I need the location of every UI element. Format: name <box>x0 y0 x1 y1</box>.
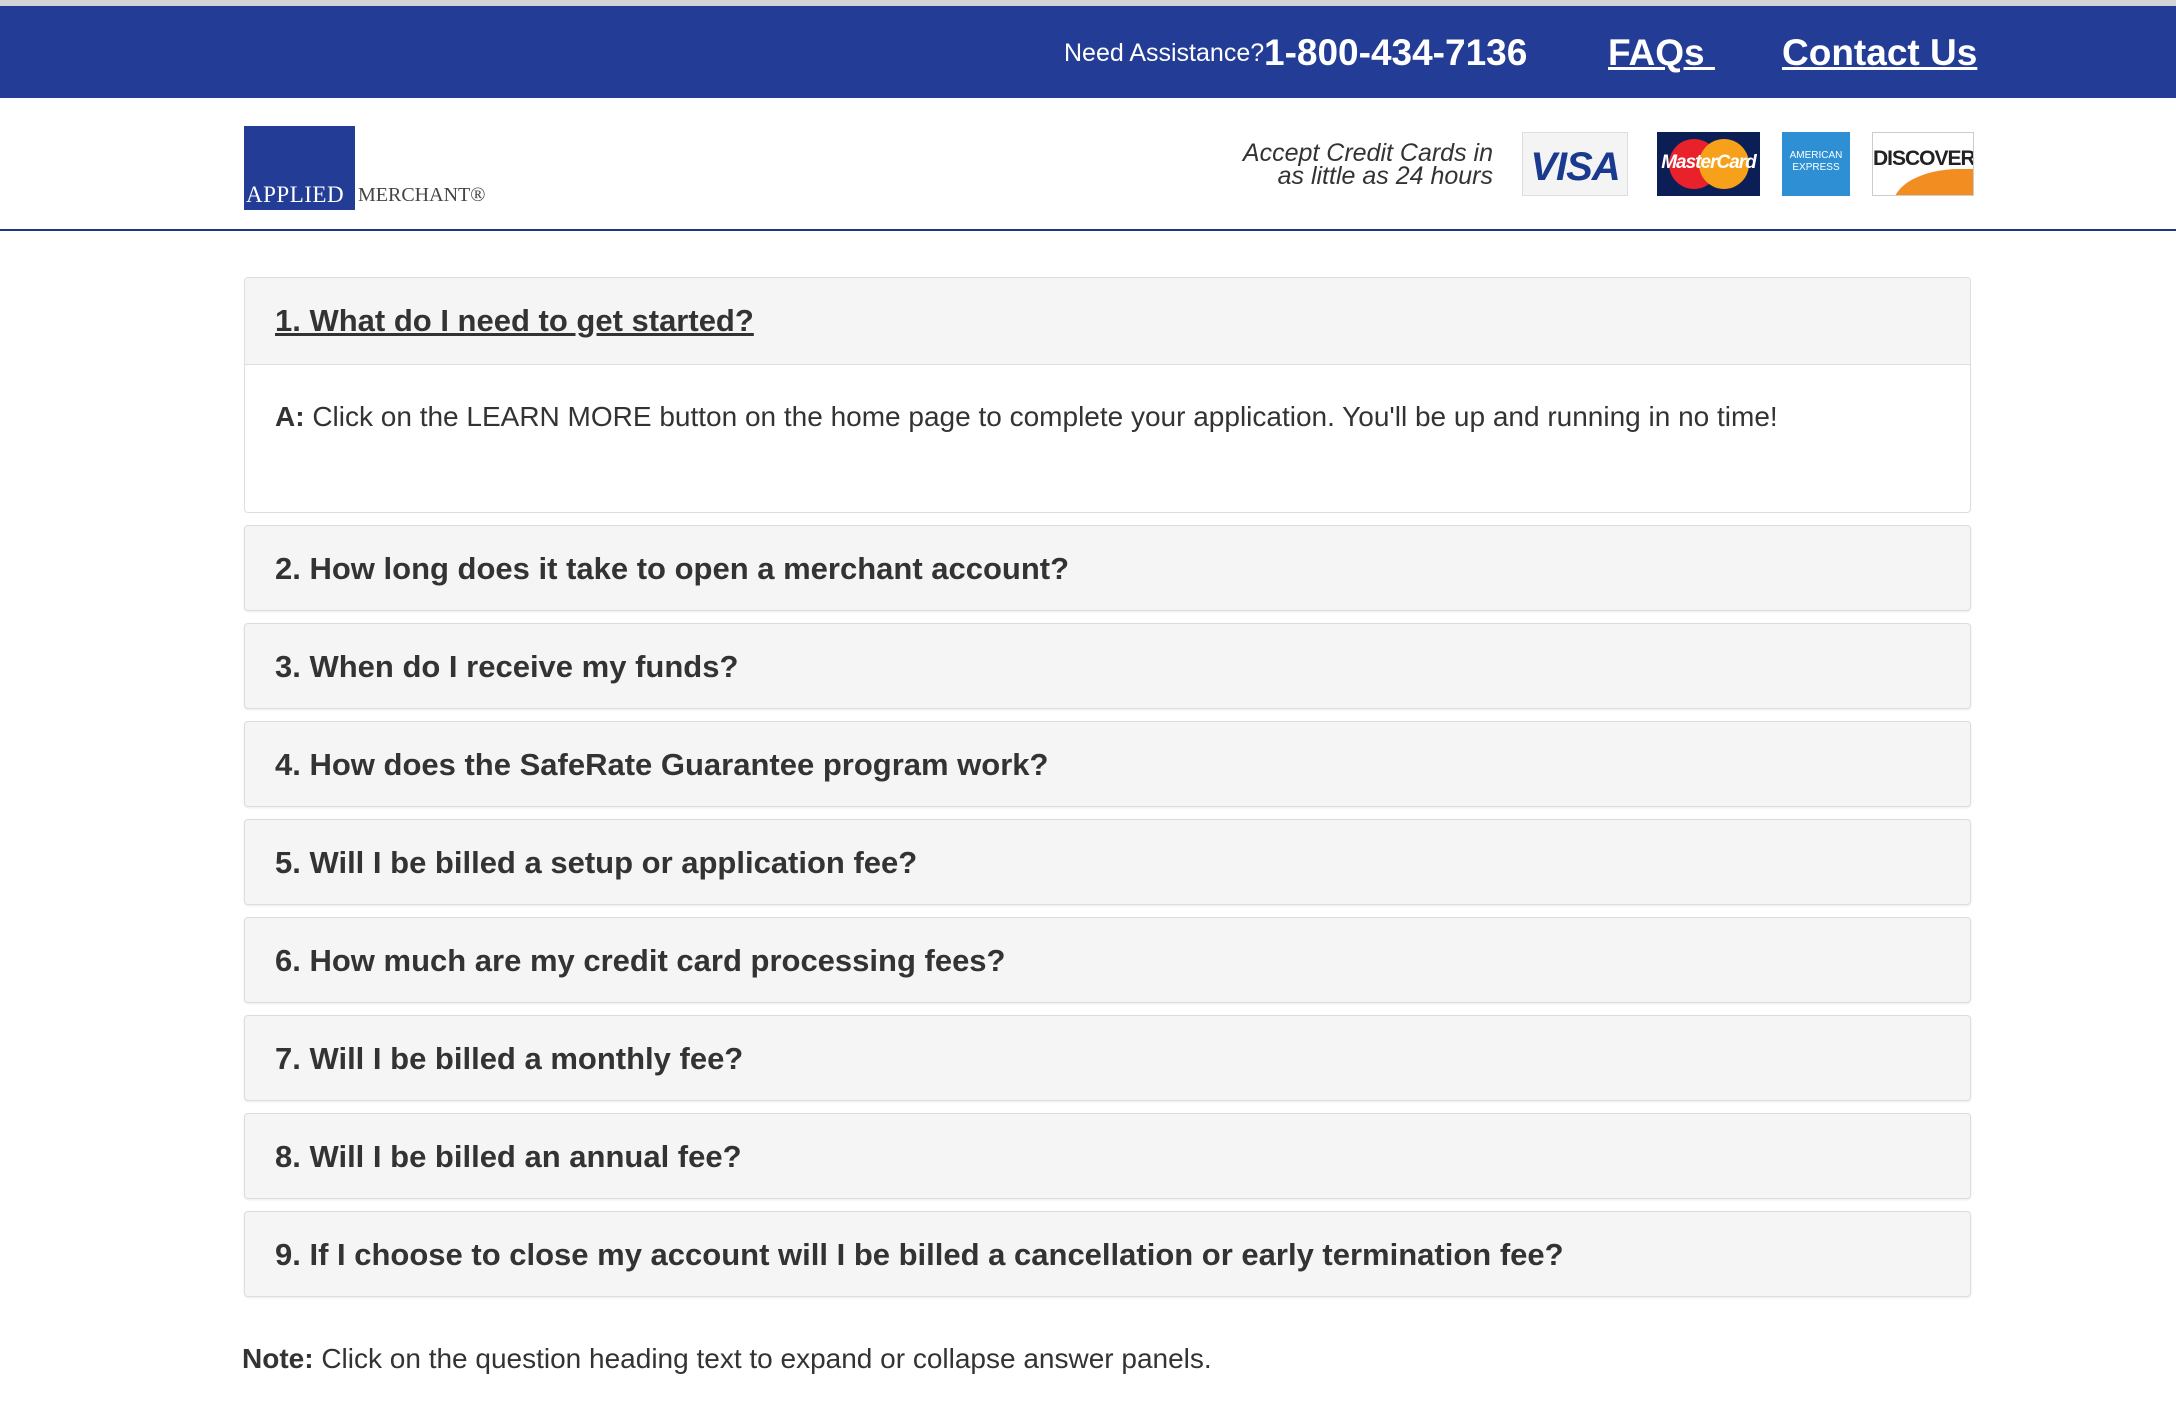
faq-question-1[interactable]: 1. What do I need to get started? <box>275 303 754 339</box>
site-header: APPLIED MERCHANT® Accept Credit Cards in… <box>0 98 2176 231</box>
faq-panel-3[interactable]: 3. When do I receive my funds? <box>244 623 1971 709</box>
faq-panel-4[interactable]: 4. How does the SafeRate Guarantee progr… <box>244 721 1971 807</box>
amex-line-2: EXPRESS <box>1792 162 1840 173</box>
faq-panel-1-open: 1. What do I need to get started? A: Cli… <box>244 277 1971 513</box>
note-label: Note: <box>242 1343 314 1374</box>
discover-logo-text: DISCOVER <box>1873 147 1974 170</box>
faq-note: Note: Click on the question heading text… <box>242 1343 1212 1375</box>
faq-question-5[interactable]: 5. Will I be billed a setup or applicati… <box>275 845 917 881</box>
visa-logo-text: VISA <box>1530 145 1620 189</box>
faq-question-3[interactable]: 3. When do I receive my funds? <box>275 649 738 685</box>
visa-logo: VISA <box>1522 132 1628 196</box>
answer-label: A: <box>275 401 305 432</box>
discover-swoosh <box>1893 169 1973 195</box>
discover-logo: DISCOVER <box>1872 132 1974 196</box>
amex-logo-text: AMERICAN EXPRESS <box>1782 150 1850 174</box>
faq-question-6[interactable]: 6. How much are my credit card processin… <box>275 943 1005 979</box>
faq-panel-7[interactable]: 7. Will I be billed a monthly fee? <box>244 1015 1971 1101</box>
logo-applied-text: APPLIED <box>246 182 345 207</box>
amex-logo: AMERICAN EXPRESS <box>1782 132 1850 196</box>
accept-cards-tagline: Accept Credit Cards in as little as 24 h… <box>1200 141 1493 190</box>
accept-line-2: as little as 24 hours <box>1277 162 1493 190</box>
amex-line-1: AMERICAN <box>1789 150 1843 161</box>
mastercard-logo: MasterCard <box>1657 132 1760 196</box>
logo-merchant-text: MERCHANT® <box>358 184 486 206</box>
faq-question-9[interactable]: 9. If I choose to close my account will … <box>275 1237 1564 1273</box>
faq-question-4[interactable]: 4. How does the SafeRate Guarantee progr… <box>275 747 1048 783</box>
faq-panel-1-heading[interactable]: 1. What do I need to get started? <box>245 278 1970 365</box>
faq-panel-9[interactable]: 9. If I choose to close my account will … <box>244 1211 1971 1297</box>
contact-us-link[interactable]: Contact Us <box>1782 32 1977 74</box>
faqs-link[interactable]: FAQs <box>1608 32 1715 74</box>
faq-answer-1: A: Click on the LEARN MORE button on the… <box>275 401 1778 433</box>
top-bar: Need Assistance? 1-800-434-7136 FAQs Con… <box>0 6 2176 98</box>
note-text: Click on the question heading text to ex… <box>321 1343 1212 1374</box>
faq-panel-6[interactable]: 6. How much are my credit card processin… <box>244 917 1971 1003</box>
faq-panel-2[interactable]: 2. How long does it take to open a merch… <box>244 525 1971 611</box>
mastercard-logo-text: MasterCard <box>1661 152 1757 173</box>
faq-question-7[interactable]: 7. Will I be billed a monthly fee? <box>275 1041 743 1077</box>
phone-number[interactable]: 1-800-434-7136 <box>1264 32 1527 74</box>
need-assistance-label: Need Assistance? <box>1064 39 1265 67</box>
answer-text: Click on the LEARN MORE button on the ho… <box>312 401 1778 432</box>
faq-panel-5[interactable]: 5. Will I be billed a setup or applicati… <box>244 819 1971 905</box>
faq-question-2[interactable]: 2. How long does it take to open a merch… <box>275 551 1069 587</box>
faq-question-8[interactable]: 8. Will I be billed an annual fee? <box>275 1139 742 1175</box>
faq-panel-8[interactable]: 8. Will I be billed an annual fee? <box>244 1113 1971 1199</box>
